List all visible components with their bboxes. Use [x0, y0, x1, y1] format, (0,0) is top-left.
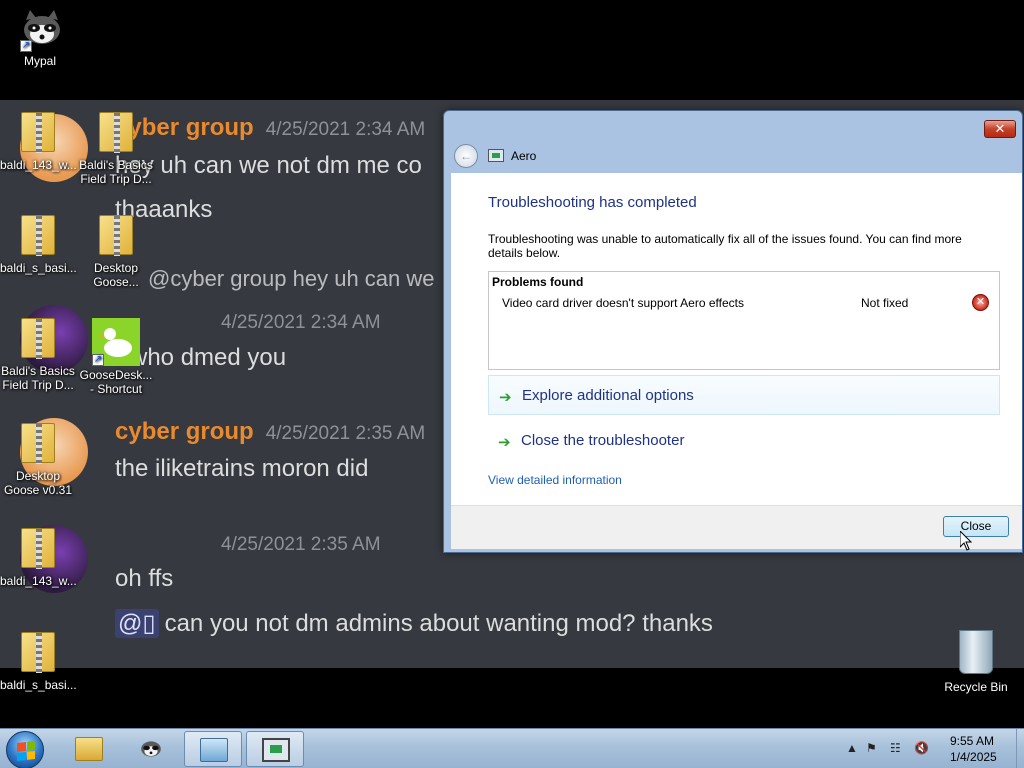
shortcut-arrow-icon: ↗	[20, 40, 32, 52]
option-label: Explore additional options	[522, 387, 694, 404]
taskbar: ▲ ⚑ ☷ 🔇 9:55 AM 1/4/2025	[0, 728, 1024, 768]
message-time: 4/25/2021 2:35 AM	[265, 423, 426, 444]
show-desktop-button[interactable]	[1016, 729, 1024, 768]
message-text-body: can you not dm admins about wanting mod?…	[164, 610, 713, 637]
desktop-icon-label: Baldi's Basics Field Trip D...	[79, 158, 153, 186]
zip-folder-icon	[21, 318, 55, 359]
action-center-flag-icon[interactable]: ⚑	[866, 741, 877, 755]
desktop-icon-label: baldi_s_basi...	[0, 261, 77, 275]
reply-preview-text: @cyber group hey uh can we	[148, 266, 435, 291]
window-footer: Close	[451, 505, 1022, 549]
desktop-icon-zip[interactable]: baldi_143_w...	[0, 528, 77, 588]
taskbar-mypal-button[interactable]	[122, 731, 180, 767]
window-content: Troubleshooting has completed Troublesho…	[451, 173, 1022, 505]
shortcut-arrow-icon: ↗	[92, 354, 104, 366]
clock-time[interactable]: 9:55 AM	[950, 734, 994, 748]
message-text: oh ffs	[115, 565, 174, 592]
zip-folder-icon	[21, 112, 55, 153]
problems-found-box: Problems found Video card driver doesn't…	[488, 271, 1000, 370]
message-time: 4/25/2021 2:35 AM	[221, 534, 381, 555]
zip-folder-icon	[21, 423, 55, 464]
message-time: 4/25/2021 2:34 AM	[221, 312, 381, 333]
goose-icon: ↗	[92, 318, 140, 366]
window-close-button[interactable]: ✕	[984, 120, 1016, 138]
reply-preview: @cyber group hey uh can we	[148, 266, 435, 292]
problems-found-title: Problems found	[492, 275, 584, 289]
start-button[interactable]	[6, 731, 44, 768]
system-tray: ▲ ⚑ ☷ 🔇 9:55 AM 1/4/2025	[842, 729, 1022, 768]
desktop-icon-label: Recycle Bin	[944, 680, 1008, 694]
taskbar-explorer-button[interactable]	[60, 731, 118, 767]
clock-date[interactable]: 1/4/2025	[950, 750, 997, 764]
close-button[interactable]: Close	[943, 516, 1009, 537]
volume-muted-icon[interactable]: 🔇	[914, 741, 929, 755]
message-header: cyber group 4/25/2021 2:34 AM	[115, 114, 425, 142]
green-arrow-icon: ➔	[499, 389, 512, 406]
username: cyber group	[115, 418, 254, 445]
zip-folder-icon	[21, 528, 55, 569]
message-text: the iliketrains moron did	[115, 455, 369, 482]
error-icon: ✕	[972, 294, 989, 311]
mention-chip: @▯	[115, 609, 159, 638]
control-panel-icon	[200, 738, 228, 762]
message-header: 4/25/2021 2:35 AM	[115, 529, 381, 557]
desktop-icon-zip[interactable]: Desktop Goose v0.31	[0, 423, 76, 497]
network-icon[interactable]: ☷	[890, 741, 901, 755]
recycle-bin-icon	[959, 630, 993, 674]
desktop-icon-label: Baldi's Basics Field Trip D...	[1, 364, 75, 392]
description-text: Troubleshooting was unable to automatica…	[488, 232, 962, 260]
desktop-icon-recycle-bin[interactable]: Recycle Bin	[936, 630, 1016, 694]
taskbar-control-panel-button[interactable]	[184, 731, 242, 767]
green-arrow-icon: ➔	[498, 434, 511, 451]
problem-name: Video card driver doesn't support Aero e…	[502, 296, 744, 310]
desktop-icon-label: baldi_143_w...	[0, 158, 77, 172]
taskbar-troubleshooter-button[interactable]	[246, 731, 304, 767]
desktop-icon-mypal[interactable]: ↗ Mypal	[2, 8, 78, 68]
windows-logo-icon	[17, 741, 35, 761]
view-detailed-information-link[interactable]: View detailed information	[488, 473, 622, 487]
back-arrow-icon[interactable]: ←	[454, 144, 478, 168]
explore-additional-options-link[interactable]: ➔ Explore additional options	[488, 375, 1000, 415]
zip-folder-icon	[99, 112, 133, 153]
zip-folder-icon	[21, 215, 55, 256]
raccoon-icon: ↗	[20, 8, 60, 52]
raccoon-icon	[141, 741, 161, 757]
desktop-icon-zip[interactable]: Desktop Goose...	[78, 215, 154, 289]
message-header: cyber group 4/25/2021 2:35 AM	[115, 418, 425, 446]
desktop-icon-label: Desktop Goose...	[93, 261, 139, 289]
troubleshooter-window: ✕ ← Aero Troubleshooting has completed T…	[443, 110, 1023, 553]
desktop: ↗ Mypal cyber group 4/25/2021 2:34 AM hey…	[0, 0, 1024, 768]
message-time: 4/25/2021 2:34 AM	[265, 119, 426, 140]
zip-folder-icon	[99, 215, 133, 256]
troubleshooter-app-icon	[262, 738, 290, 762]
desktop-icon-label: Desktop Goose v0.31	[3, 469, 73, 497]
troubleshooter-app-icon	[488, 149, 504, 162]
message-header: 4/25/2021 2:34 AM	[115, 307, 381, 335]
zip-folder-icon	[21, 632, 55, 673]
window-title: Aero	[511, 149, 537, 163]
desktop-icon-label: GooseDesk... - Shortcut	[79, 368, 153, 396]
desktop-icon-zip[interactable]: Baldi's Basics Field Trip D...	[78, 112, 154, 186]
desktop-icon-label: Mypal	[23, 54, 56, 68]
desktop-icon-zip[interactable]: baldi_s_basi...	[0, 632, 77, 692]
mouse-cursor-icon	[960, 531, 972, 551]
close-troubleshooter-link[interactable]: ➔ Close the troubleshooter	[488, 421, 1000, 461]
desktop-icon-goose-shortcut[interactable]: ↗ GooseDesk... - Shortcut	[78, 318, 154, 396]
show-hidden-icons-icon[interactable]: ▲	[846, 741, 858, 755]
page-heading: Troubleshooting has completed	[488, 194, 697, 211]
message-text: hey uh can we not dm me co	[115, 152, 422, 179]
option-label: Close the troubleshooter	[521, 432, 685, 449]
folder-icon	[75, 737, 103, 761]
message-text: @▯ can you not dm admins about wanting mo…	[115, 609, 713, 638]
desktop-icon-zip[interactable]: baldi_143_w...	[0, 112, 77, 172]
desktop-icon-label: baldi_s_basi...	[0, 678, 77, 692]
desktop-icon-zip[interactable]: Baldi's Basics Field Trip D...	[0, 318, 76, 392]
desktop-icon-label: baldi_143_w...	[0, 574, 77, 588]
problem-status: Not fixed	[861, 296, 909, 310]
desktop-icon-zip[interactable]: baldi_s_basi...	[0, 215, 77, 275]
